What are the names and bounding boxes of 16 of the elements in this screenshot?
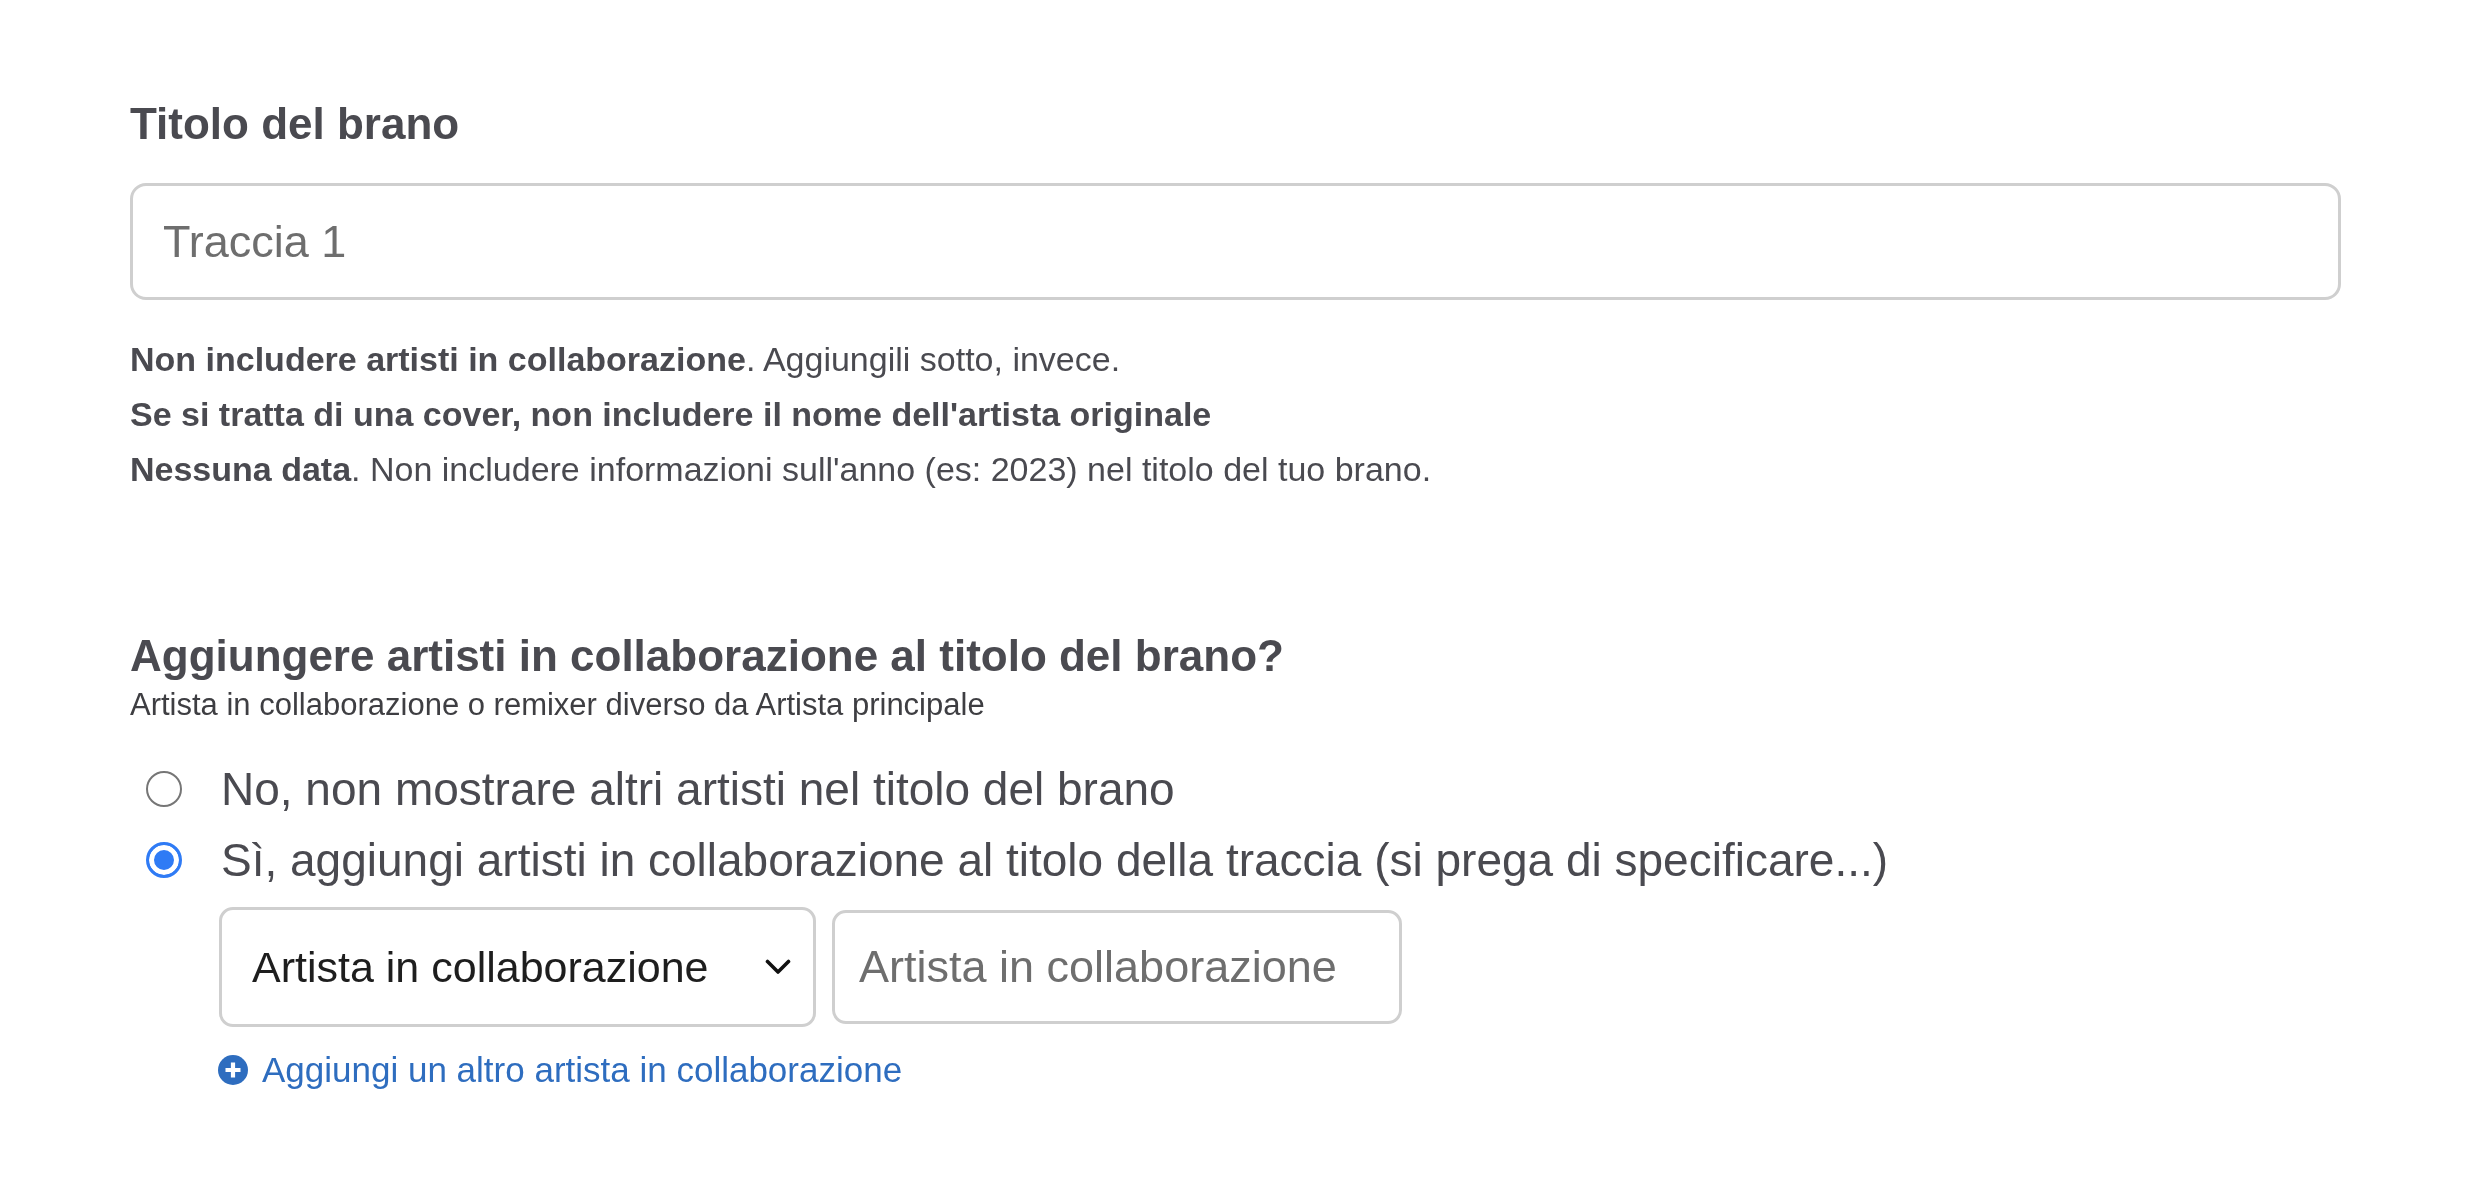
plus-circle-icon [218,1055,248,1085]
section-heading: Aggiungere artisti in collaborazione al titolo del brano? [130,630,1284,682]
radio-label[interactable]: No, non mostrare altri artisti nel titolo del brano [221,760,1175,817]
field-label: Titolo del brano [130,98,460,150]
hint-text: Non includere artisti in collaborazione. Aggiungili sotto, invece. [130,339,1121,380]
artist-name-input[interactable]: Artista in collaborazione [832,910,1402,1024]
radio-button[interactable] [146,841,182,878]
radio-label[interactable]: Sì, aggiungi artisti in collaborazione al titolo della traccia (si prega di specificare...) [221,831,1889,888]
chevron-down-icon [765,959,791,975]
role-dropdown[interactable]: Artista in collaborazione [219,907,816,1027]
hint-text: Se si tratta di una cover, non includere il nome dell'artista originale [130,394,1212,435]
title-input-field[interactable]: Traccia 1 [130,183,2341,300]
hint-text: Nessuna data. Non includere informazioni sull'anno (es: 2023) nel titolo del tuo brano. [130,449,1432,490]
radio-button[interactable] [146,770,182,807]
section-subheading: Artista in collaborazione o remixer diverso da Artista principale [130,686,985,724]
add-artist-link[interactable]: Aggiungi un altro artista in collaborazione [218,1048,903,1092]
